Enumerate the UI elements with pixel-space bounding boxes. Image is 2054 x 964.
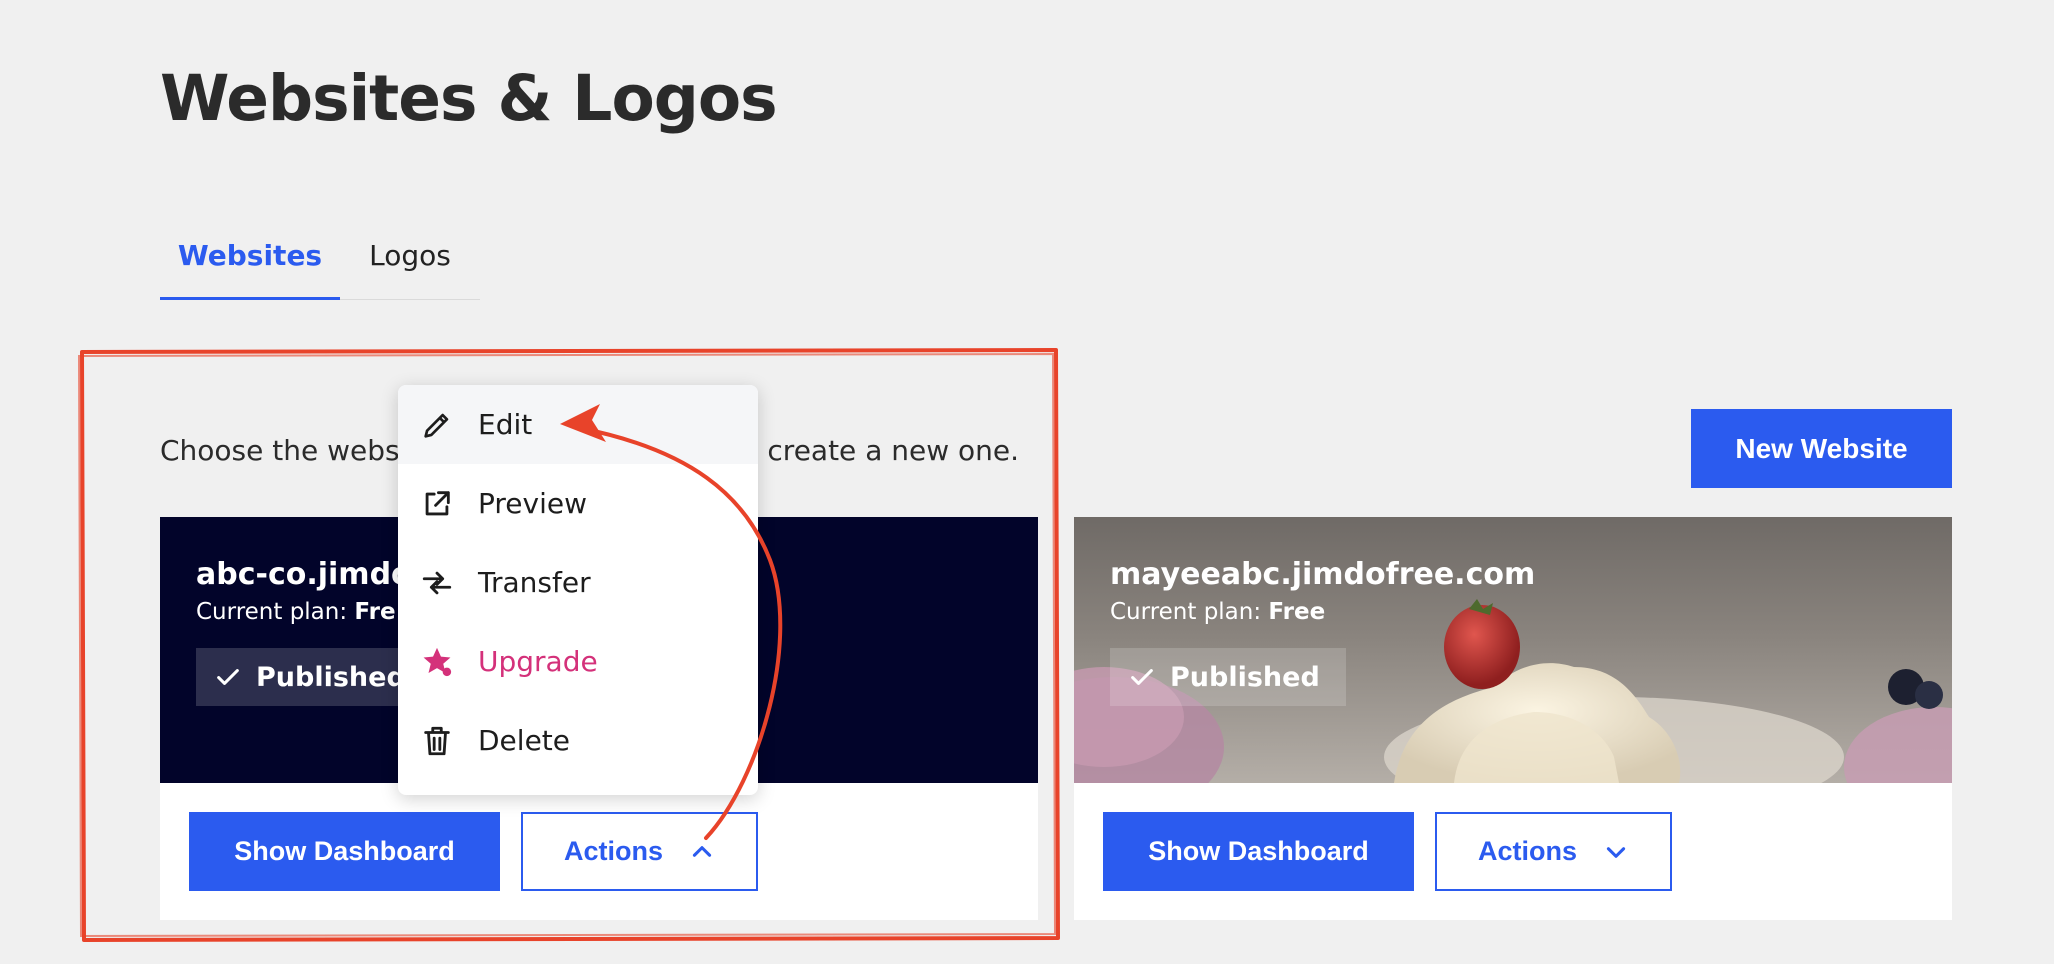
trash-icon [424, 726, 450, 755]
plan-label: Current plan: [1110, 599, 1262, 625]
tab-logos[interactable]: Logos [350, 226, 470, 300]
actions-button[interactable]: Actions [1435, 812, 1672, 891]
check-icon [1131, 669, 1153, 685]
chevron-down-icon [1606, 846, 1626, 858]
menu-item-edit[interactable]: Edit [398, 385, 758, 464]
menu-item-label: Upgrade [478, 645, 598, 678]
menu-item-upgrade[interactable]: Upgrade [398, 622, 758, 701]
star-icon [423, 647, 452, 676]
current-plan: Current plan: Fre [196, 599, 396, 625]
menu-item-label: Delete [478, 724, 570, 757]
actions-button[interactable]: Actions [521, 812, 758, 891]
website-card-mayeeabc: mayeeabc.jimdofree.com Current plan: Fre… [1074, 517, 1952, 920]
status-label: Published [256, 661, 406, 693]
check-icon [217, 669, 239, 685]
menu-item-delete[interactable]: Delete [398, 701, 758, 780]
status-label: Published [1170, 661, 1320, 693]
actions-label: Actions [1477, 836, 1577, 866]
menu-item-preview[interactable]: Preview [398, 464, 758, 543]
plan-value: Free [1268, 599, 1326, 625]
menu-item-label: Preview [478, 487, 587, 520]
page-title: Websites & Logos [160, 62, 778, 135]
site-name[interactable]: abc-co.jimdo [196, 557, 412, 592]
chevron-up-icon [692, 845, 712, 857]
actions-label: Actions [563, 836, 663, 866]
menu-item-label: Transfer [478, 566, 591, 599]
published-badge: Published [1110, 648, 1346, 706]
pencil-icon [424, 413, 449, 438]
intro-text-end: create a new one. [767, 434, 1020, 467]
external-link-icon [425, 490, 450, 515]
intro-text-start: Choose the websi [160, 434, 408, 467]
actions-menu: Edit Preview Transfer Upgrade Delete [398, 385, 758, 795]
show-dashboard-button[interactable]: Show Dashboard [189, 812, 500, 891]
current-plan: Current plan: Free [1110, 599, 1325, 625]
transfer-arrows-icon [422, 571, 452, 594]
plan-value: Fre [354, 599, 396, 625]
tab-websites[interactable]: Websites [160, 226, 340, 300]
published-badge: Published [196, 648, 432, 706]
menu-item-label: Edit [478, 408, 533, 441]
plan-label: Current plan: [196, 599, 348, 625]
new-website-button[interactable]: New Website [1691, 409, 1952, 488]
show-dashboard-button[interactable]: Show Dashboard [1103, 812, 1414, 891]
menu-item-transfer[interactable]: Transfer [398, 543, 758, 622]
tab-bar: Websites Logos [160, 226, 480, 300]
site-name[interactable]: mayeeabc.jimdofree.com [1110, 557, 1535, 592]
website-preview-cupcakes: mayeeabc.jimdofree.com Current plan: Fre… [1074, 517, 1952, 783]
